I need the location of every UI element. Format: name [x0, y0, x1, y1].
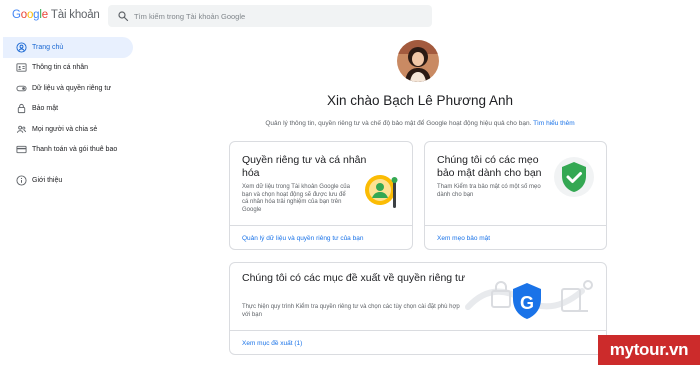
card-description: Thực hiện quy trình Kiểm tra quyền riêng… [242, 304, 460, 318]
logo-word: Google [12, 9, 48, 21]
view-security-tips-link[interactable]: Xem mẹo bảo mật [437, 235, 490, 242]
card-title: Chúng tôi có các mục đề xuất về quyền ri… [242, 272, 465, 284]
view-recommendations-link[interactable]: Xem mục đề xuất (1) [242, 340, 302, 347]
subtitle-text: Quản lý thông tin, quyền riêng tư và chế… [265, 120, 532, 127]
sidebar-item-label: Thông tin cá nhân [32, 64, 89, 72]
search-box[interactable] [108, 5, 432, 27]
toggle-icon [16, 83, 27, 94]
lock-icon [16, 103, 27, 114]
id-card-icon [16, 62, 27, 73]
card-description: Tham Kiểm tra bảo mật có một số mẹo dành… [437, 184, 541, 198]
sidebar-item-label: Bảo mật [32, 105, 59, 113]
people-icon [16, 124, 27, 135]
card-description: Xem dữ liệu trong Tài khoản Google của b… [242, 184, 350, 213]
google-privacy-illustration-icon: G [465, 280, 593, 319]
credit-card-icon [16, 144, 27, 155]
svg-text:G: G [520, 293, 534, 313]
info-icon [16, 175, 27, 186]
sidebar-item-label: Trang chủ [32, 43, 64, 51]
greeting-heading: Xin chào Bạch Lê Phương Anh [326, 93, 514, 108]
security-tips-card[interactable]: Chúng tôi có các mẹo bảo mật dành cho bạ… [424, 141, 607, 250]
privacy-personalization-card[interactable]: Quyền riêng tư và cá nhân hóa Xem dữ liệ… [229, 141, 413, 250]
card-divider [230, 330, 606, 331]
google-account-logo[interactable]: Google Tài khoản [12, 9, 100, 21]
sidebar-item-about[interactable]: Giới thiệu [0, 170, 132, 191]
manage-data-privacy-link[interactable]: Quản lý dữ liệu và quyền riêng tư của bạ… [242, 235, 363, 242]
sidebar-item-label: Mọi người và chia sẻ [32, 125, 98, 133]
sidebar-nav: Trang chủ Thông tin cá nhân Dữ liệu và q… [0, 37, 133, 191]
card-divider [425, 225, 606, 226]
sidebar-item-label: Giới thiệu [32, 176, 63, 184]
person-circle-icon [16, 42, 27, 53]
app-header: Google Tài khoản [0, 0, 700, 32]
sidebar-item-security[interactable]: Bảo mật [0, 99, 132, 120]
card-title: Quyền riêng tư và cá nhân hóa [242, 154, 367, 179]
sidebar-item-home[interactable]: Trang chủ [3, 37, 133, 58]
mytour-watermark: mytour.vn [598, 335, 700, 365]
privacy-recommendations-card[interactable]: Chúng tôi có các mục đề xuất về quyền ri… [229, 262, 607, 355]
shield-check-icon [554, 157, 594, 197]
sidebar-item-label: Dữ liệu và quyền riêng tư [32, 84, 112, 92]
profile-avatar[interactable] [397, 40, 439, 82]
search-icon[interactable] [117, 10, 129, 22]
card-title: Chúng tôi có các mẹo bảo mật dành cho bạ… [437, 154, 542, 179]
sidebar-item-payments[interactable]: Thanh toán và gói thuê bao [0, 140, 132, 161]
logo-suffix: Tài khoản [50, 9, 100, 21]
privacy-illustration-icon [365, 175, 398, 208]
greeting-subtitle: Quản lý thông tin, quyền riêng tư và chế… [220, 120, 620, 127]
search-input[interactable] [134, 7, 424, 25]
sidebar-item-label: Thanh toán và gói thuê bao [32, 146, 118, 154]
card-divider [230, 225, 412, 226]
sidebar-item-people-sharing[interactable]: Mọi người và chia sẻ [0, 119, 132, 140]
learn-more-link[interactable]: Tìm hiểu thêm [533, 120, 575, 127]
sidebar-item-personal-info[interactable]: Thông tin cá nhân [0, 58, 132, 79]
sidebar-item-data-privacy[interactable]: Dữ liệu và quyền riêng tư [0, 78, 132, 99]
